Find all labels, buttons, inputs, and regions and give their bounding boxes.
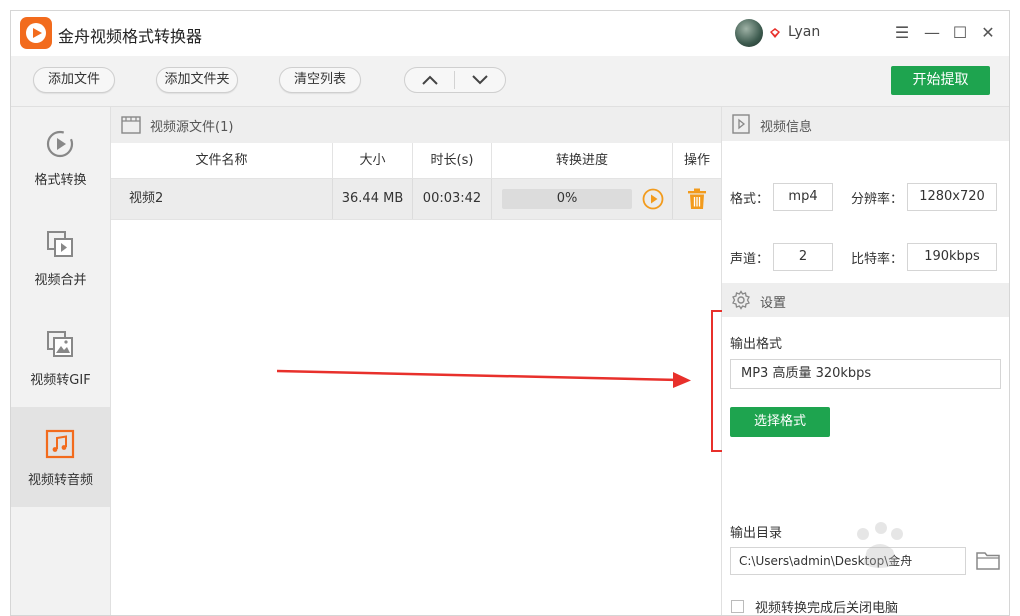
film-icon bbox=[121, 116, 141, 134]
clear-list-button[interactable]: 清空列表 bbox=[279, 67, 361, 93]
format-label: 格式： bbox=[730, 192, 770, 207]
output-format-label: 输出格式 bbox=[730, 337, 783, 352]
move-down-icon[interactable] bbox=[471, 73, 489, 87]
channels-value: 2 bbox=[773, 243, 833, 271]
close-icon[interactable]: ✕ bbox=[977, 22, 999, 44]
sidebar-item-label: 格式转换 bbox=[34, 173, 87, 188]
file-name-cell: 视频2 bbox=[111, 179, 333, 219]
audio-icon bbox=[45, 429, 75, 459]
user-avatar[interactable] bbox=[735, 19, 763, 47]
file-size-cell: 36.44 MB bbox=[333, 179, 413, 219]
video-info-icon bbox=[732, 114, 750, 134]
sidebar-item-label: 视频合并 bbox=[34, 273, 87, 288]
menu-icon[interactable]: ☰ bbox=[891, 22, 913, 44]
add-folder-button[interactable]: 添加文件夹 bbox=[156, 67, 238, 93]
output-format-field[interactable]: MP3 高质量 320kbps bbox=[730, 359, 1001, 389]
title-bar: 金舟视频格式转换器 Lyan ☰ — ☐ ✕ bbox=[11, 11, 1009, 56]
column-header-name: 文件名称 bbox=[111, 143, 333, 179]
gear-icon bbox=[732, 290, 750, 310]
reorder-buttons bbox=[404, 67, 506, 93]
file-list-title: 视频源文件(1) bbox=[150, 120, 234, 135]
sidebar-item-video-to-gif[interactable]: 视频转GIF bbox=[11, 307, 110, 407]
add-file-button[interactable]: 添加文件 bbox=[33, 67, 115, 93]
sidebar-item-label: 视频转音频 bbox=[27, 473, 93, 488]
trash-icon[interactable] bbox=[687, 188, 707, 210]
column-header-size: 大小 bbox=[333, 143, 413, 179]
progress-bar: 0% bbox=[502, 189, 632, 209]
column-header-progress: 转换进度 bbox=[492, 143, 673, 179]
sidebar: 格式转换 视频合并 视频转GIF 视频转音频 bbox=[11, 107, 111, 615]
shutdown-checkbox[interactable] bbox=[731, 600, 744, 613]
baidu-watermark-logo bbox=[857, 522, 903, 568]
resolution-value: 1280x720 bbox=[907, 183, 997, 211]
vip-diamond-icon bbox=[770, 28, 780, 38]
annotation-arrow bbox=[277, 369, 691, 388]
sidebar-item-label: 视频转GIF bbox=[30, 373, 91, 388]
column-header-actions: 操作 bbox=[673, 143, 721, 179]
sidebar-item-video-to-audio[interactable]: 视频转音频 bbox=[11, 407, 110, 507]
column-header-duration: 时长(s) bbox=[413, 143, 492, 179]
table-row[interactable]: 视频2 36.44 MB 00:03:42 0% bbox=[111, 179, 721, 220]
settings-header: 设置 bbox=[722, 283, 1009, 317]
convert-icon bbox=[46, 130, 74, 158]
video-info-title: 视频信息 bbox=[760, 120, 813, 135]
app-title: 金舟视频格式转换器 bbox=[58, 27, 203, 46]
file-list-header: 视频源文件(1) bbox=[111, 107, 721, 143]
bitrate-value: 190kbps bbox=[907, 243, 997, 271]
app-logo-icon bbox=[20, 17, 52, 49]
sidebar-item-format-convert[interactable]: 格式转换 bbox=[11, 107, 110, 207]
merge-icon bbox=[47, 231, 73, 257]
toolbar: 添加文件 添加文件夹 清空列表 开始提取 bbox=[11, 56, 1009, 107]
username[interactable]: Lyan bbox=[788, 24, 820, 40]
video-info-header: 视频信息 bbox=[722, 107, 1009, 141]
app-window: 金舟视频格式转换器 Lyan ☰ — ☐ ✕ 添加文件 添加文件夹 清空列表 开… bbox=[10, 10, 1010, 616]
bitrate-label: 比特率： bbox=[851, 252, 904, 267]
play-icon[interactable] bbox=[642, 188, 664, 210]
output-dir-label: 输出目录 bbox=[730, 526, 783, 541]
channels-label: 声道： bbox=[730, 252, 770, 267]
maximize-icon[interactable]: ☐ bbox=[949, 22, 971, 44]
move-up-icon[interactable] bbox=[421, 73, 439, 87]
settings-title: 设置 bbox=[760, 296, 787, 311]
sidebar-item-video-merge[interactable]: 视频合并 bbox=[11, 207, 110, 307]
resolution-label: 分辨率： bbox=[851, 192, 904, 207]
gif-icon bbox=[47, 331, 73, 357]
minimize-icon[interactable]: — bbox=[921, 22, 943, 44]
start-extract-button[interactable]: 开始提取 bbox=[891, 66, 990, 95]
format-value: mp4 bbox=[773, 183, 833, 211]
file-duration-cell: 00:03:42 bbox=[413, 179, 492, 219]
select-format-button[interactable]: 选择格式 bbox=[730, 407, 830, 437]
